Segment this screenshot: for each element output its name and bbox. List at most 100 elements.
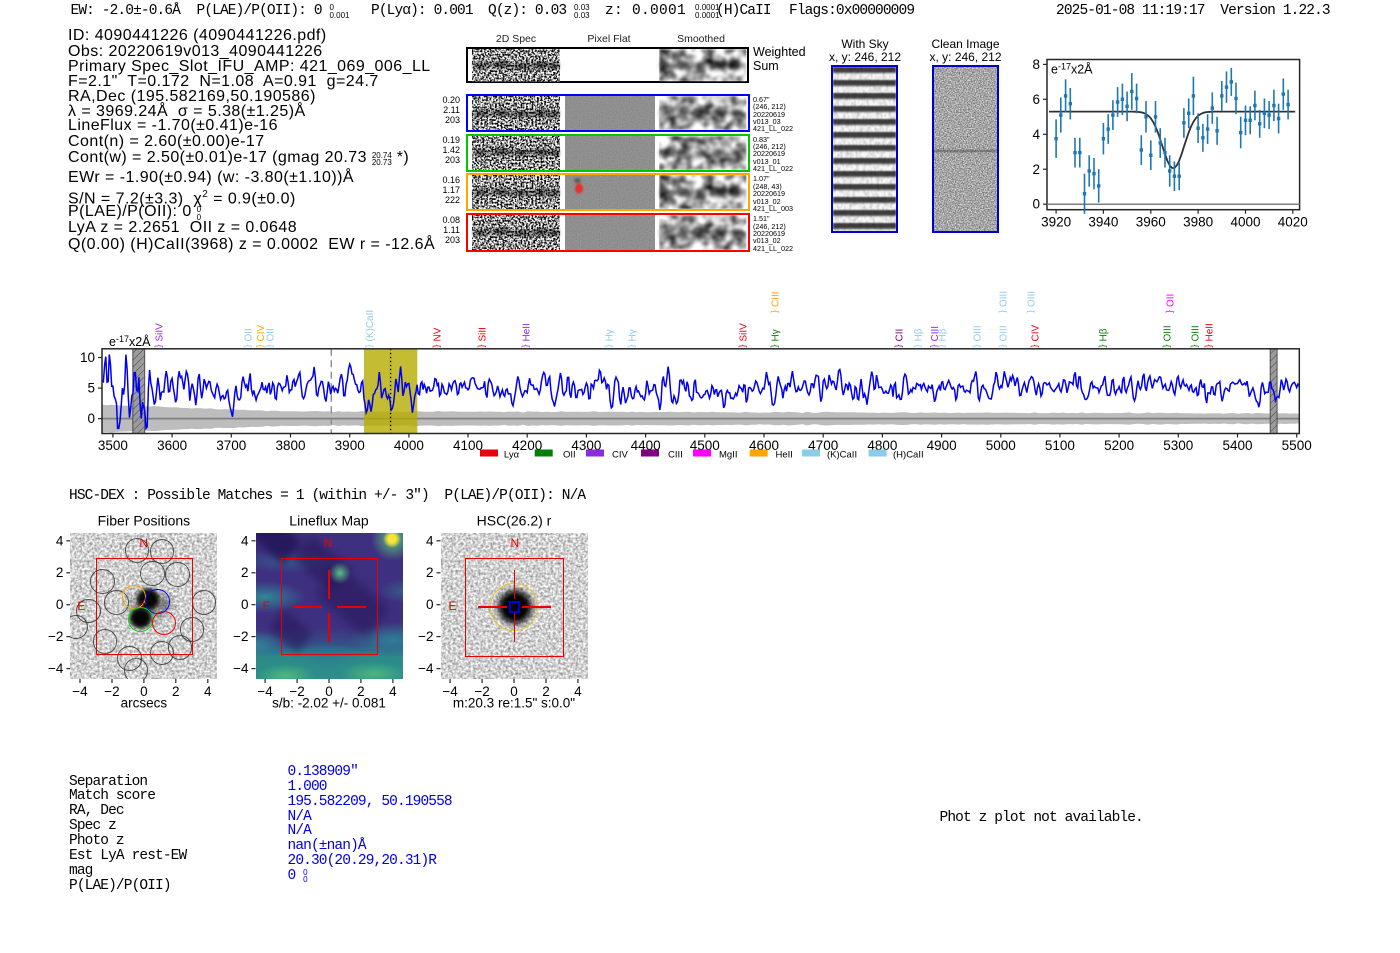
svg-text:CIV: CIV	[1031, 325, 1042, 342]
svg-text:−2: −2	[104, 684, 119, 699]
svg-text:−2: −2	[418, 629, 433, 644]
svg-text:OII: OII	[244, 328, 255, 341]
svg-text:−4: −4	[48, 661, 64, 676]
svg-text:Hβ: Hβ	[938, 328, 949, 341]
svg-text:6: 6	[1032, 92, 1040, 107]
svg-text:2: 2	[1032, 162, 1040, 177]
svg-text:3700: 3700	[216, 438, 246, 453]
svg-text:OII: OII	[1166, 294, 1177, 307]
svg-text:{: {	[1191, 344, 1201, 347]
svg-text:5000: 5000	[986, 438, 1016, 453]
svg-text:−4: −4	[233, 661, 249, 676]
svg-text:CII: CII	[895, 329, 906, 342]
svg-text:{: {	[155, 344, 165, 347]
svg-text:0: 0	[1032, 197, 1040, 212]
svg-text:OIII: OIII	[1191, 325, 1202, 341]
svg-text:8: 8	[1032, 57, 1040, 72]
svg-text:Hβ: Hβ	[1099, 328, 1110, 341]
svg-text:5300: 5300	[1163, 438, 1193, 453]
svg-text:(K)CaII: (K)CaII	[365, 310, 376, 342]
svg-text:4: 4	[426, 533, 434, 548]
svg-text:3900: 3900	[335, 438, 365, 453]
svg-text:2: 2	[56, 565, 64, 580]
svg-text:−2: −2	[474, 684, 489, 699]
svg-text:e-17x2Å: e-17x2Å	[1051, 62, 1093, 77]
svg-text:Fiber Positions: Fiber Positions	[98, 513, 191, 529]
svg-text:e-17x2Å: e-17x2Å	[109, 334, 151, 349]
svg-text:CIII: CIII	[668, 450, 683, 461]
svg-text:10: 10	[80, 350, 95, 365]
svg-text:4000: 4000	[1230, 215, 1260, 230]
svg-text:NV: NV	[433, 327, 444, 341]
svg-text:CIV: CIV	[612, 450, 629, 461]
svg-text:{: {	[999, 344, 1009, 347]
svg-text:{: {	[771, 344, 781, 347]
svg-text:5400: 5400	[1222, 438, 1252, 453]
svg-text:{: {	[1166, 310, 1176, 313]
svg-text:{: {	[478, 344, 488, 347]
svg-text:4000: 4000	[394, 438, 424, 453]
svg-text:OIII: OIII	[999, 325, 1010, 341]
svg-text:{: {	[266, 344, 276, 347]
svg-text:4: 4	[56, 533, 64, 548]
svg-text:OIII: OIII	[1163, 325, 1174, 341]
svg-text:{: {	[973, 344, 983, 347]
svg-text:−2: −2	[48, 629, 63, 644]
svg-text:SiIV: SiIV	[155, 323, 166, 342]
svg-text:{: {	[999, 310, 1009, 313]
svg-text:SiII: SiII	[478, 327, 489, 341]
svg-text:{: {	[938, 344, 948, 347]
svg-text:0: 0	[140, 684, 148, 699]
svg-text:{: {	[522, 344, 532, 347]
svg-text:−4: −4	[72, 684, 88, 699]
svg-text:4: 4	[241, 533, 249, 548]
svg-text:{: {	[1027, 310, 1037, 313]
svg-text:{: {	[244, 344, 254, 347]
svg-text:0: 0	[510, 684, 518, 699]
svg-text:2: 2	[357, 684, 365, 699]
svg-text:2: 2	[241, 565, 249, 580]
svg-text:3600: 3600	[157, 438, 187, 453]
svg-text:HSC(26.2) r: HSC(26.2) r	[477, 513, 552, 529]
svg-text:3980: 3980	[1183, 215, 1213, 230]
svg-text:−4: −4	[257, 684, 273, 699]
svg-text:4020: 4020	[1278, 215, 1308, 230]
svg-text:3960: 3960	[1136, 215, 1166, 230]
svg-text:2: 2	[172, 684, 180, 699]
svg-text:HeII: HeII	[776, 450, 793, 461]
svg-text:0: 0	[87, 411, 95, 426]
svg-text:0: 0	[56, 597, 64, 612]
svg-text:3500: 3500	[98, 438, 128, 453]
svg-text:(H)CaII: (H)CaII	[893, 450, 924, 461]
svg-text:4: 4	[574, 684, 582, 699]
svg-text:{: {	[433, 344, 443, 347]
svg-text:{: {	[256, 344, 266, 347]
svg-text:{: {	[739, 344, 749, 347]
svg-text:CIII: CIII	[771, 291, 782, 307]
svg-text:OIII: OIII	[999, 291, 1010, 307]
svg-text:{: {	[365, 344, 375, 347]
svg-text:−4: −4	[442, 684, 458, 699]
svg-text:2: 2	[542, 684, 550, 699]
svg-text:HeII: HeII	[1205, 323, 1216, 341]
svg-text:(K)CaII: (K)CaII	[827, 450, 857, 461]
svg-text:4: 4	[1032, 127, 1040, 142]
svg-text:Hγ: Hγ	[771, 329, 782, 341]
svg-text:5100: 5100	[1045, 438, 1075, 453]
svg-text:{: {	[895, 344, 905, 347]
svg-text:Lyα: Lyα	[504, 450, 520, 461]
svg-text:Hγ: Hγ	[628, 329, 639, 341]
svg-text:2: 2	[426, 565, 434, 580]
svg-text:Hγ: Hγ	[605, 329, 616, 341]
svg-text:3800: 3800	[275, 438, 305, 453]
svg-text:4100: 4100	[453, 438, 483, 453]
svg-text:5500: 5500	[1282, 438, 1312, 453]
svg-text:4: 4	[204, 684, 212, 699]
svg-text:5: 5	[87, 381, 95, 396]
svg-text:OII: OII	[563, 450, 576, 461]
svg-text:−2: −2	[233, 629, 248, 644]
svg-text:3940: 3940	[1088, 215, 1118, 230]
svg-text:{: {	[1163, 344, 1173, 347]
svg-text:4: 4	[389, 684, 397, 699]
svg-text:{: {	[605, 344, 615, 347]
